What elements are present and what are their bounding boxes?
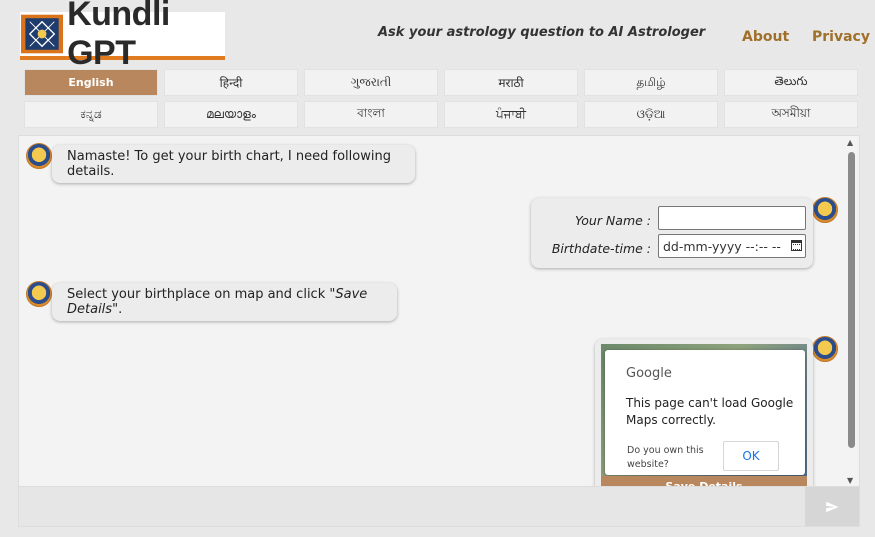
- lang-gujarati-button[interactable]: ગુજરાતી: [304, 69, 438, 96]
- birthplace-map[interactable]: Google This page can't load Google Maps …: [601, 344, 807, 486]
- nav-privacy-link[interactable]: Privacy: [812, 29, 870, 45]
- lang-odia-button[interactable]: ଓଡ଼ିଆ: [584, 101, 718, 128]
- birthdate-placeholder: dd-mm-yyyy --:-- --: [663, 238, 781, 254]
- lang-hindi-button[interactable]: हिन्दी: [164, 69, 298, 96]
- chat-area[interactable]: Namaste! To get your birth chart, I need…: [18, 135, 860, 487]
- nav-about-link[interactable]: About: [742, 29, 789, 45]
- birth-details-form: Your Name : Birthdate-time : dd-mm-yyyy …: [531, 198, 813, 268]
- scroll-up-icon[interactable]: ▲: [847, 138, 853, 147]
- map-error-message: This page can't load Google Maps correct…: [626, 396, 794, 427]
- kundli-chart-icon: [21, 14, 64, 54]
- name-label: Your Name :: [574, 213, 651, 228]
- chat-message-bot: Namaste! To get your birth chart, I need…: [52, 145, 415, 183]
- lang-kannada-button[interactable]: ಕನ್ನಡ: [24, 101, 158, 128]
- language-selector: English हिन्दी ગુજરાતી मराठी தமிழ் తెలుగ…: [24, 69, 858, 128]
- user-avatar: [812, 197, 838, 223]
- lang-telugu-button[interactable]: తెలుగు: [724, 69, 858, 96]
- astrologer-avatar: [26, 281, 52, 307]
- chat-input-bar: [18, 487, 860, 527]
- logo-text: Kundli GPT: [67, 0, 170, 72]
- birthdate-label: Birthdate-time :: [551, 241, 651, 256]
- chat-message-bot: Select your birthplace on map and click …: [52, 283, 397, 321]
- send-button[interactable]: [805, 487, 859, 526]
- map-message: Google This page can't load Google Maps …: [595, 339, 813, 486]
- lang-tamil-button[interactable]: தமிழ்: [584, 69, 718, 96]
- map-own-question: Do you own this website?: [627, 445, 704, 470]
- name-input[interactable]: [658, 206, 806, 230]
- birthdate-input[interactable]: dd-mm-yyyy --:-- --: [658, 234, 806, 258]
- chat-input[interactable]: [19, 487, 805, 526]
- lang-marathi-button[interactable]: मराठी: [444, 69, 578, 96]
- lang-punjabi-button[interactable]: ਪੰਜਾਬੀ: [444, 101, 578, 128]
- lang-bengali-button[interactable]: বাংলা: [304, 101, 438, 128]
- chat-message-text: Select your birthplace on map and click …: [67, 287, 368, 317]
- send-icon: [826, 501, 839, 512]
- google-title: Google: [626, 366, 672, 381]
- app-logo[interactable]: Kundli GPT: [20, 0, 225, 72]
- astrologer-avatar: [26, 143, 52, 169]
- scroll-thumb[interactable]: [848, 152, 855, 448]
- lang-english-button[interactable]: English: [24, 69, 158, 96]
- chat-message-text: Namaste! To get your birth chart, I need…: [67, 149, 391, 179]
- scroll-down-icon[interactable]: ▼: [847, 476, 853, 485]
- save-details-button[interactable]: Save Details: [601, 476, 807, 486]
- map-ok-button[interactable]: OK: [723, 441, 779, 471]
- chat-scrollbar[interactable]: ▲ ▼: [845, 136, 857, 486]
- page-tagline: Ask your astrology question to AI Astrol…: [378, 25, 706, 40]
- lang-malayalam-button[interactable]: മലയാളം: [164, 101, 298, 128]
- user-avatar: [812, 336, 838, 362]
- lang-assamese-button[interactable]: অসমীয়া: [724, 101, 858, 128]
- map-error-dialog: Google This page can't load Google Maps …: [605, 350, 805, 475]
- calendar-icon[interactable]: [791, 240, 802, 251]
